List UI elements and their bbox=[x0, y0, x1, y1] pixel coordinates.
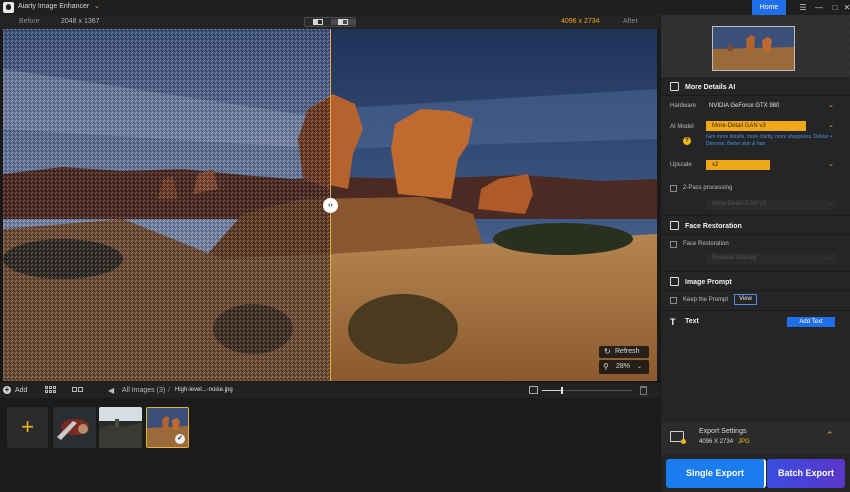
split-view-icon[interactable] bbox=[331, 19, 355, 25]
two-pass-model-value: More-Detail GAN v3 bbox=[712, 201, 766, 207]
settings-panel: More Details AI Hardware NVIDIA GeForce … bbox=[661, 15, 850, 492]
thumbnail-item-selected[interactable]: ✓ bbox=[146, 407, 189, 448]
ai-model-label: AI Model bbox=[670, 124, 694, 130]
two-pass-model-select: More-Detail GAN v3 ⌄ bbox=[705, 199, 836, 210]
thumbnail-item[interactable] bbox=[99, 407, 142, 448]
export-settings-title: Export Settings bbox=[699, 428, 747, 435]
refresh-button[interactable]: ↻ Refresh bbox=[599, 346, 649, 358]
after-label: After bbox=[623, 18, 638, 25]
chevron-down-icon: ⌄ bbox=[828, 161, 834, 168]
keep-prompt-checkbox[interactable] bbox=[670, 297, 677, 304]
more-details-ai-header: More Details AI bbox=[670, 82, 735, 91]
add-button[interactable]: Add bbox=[15, 387, 27, 394]
face-restoration-checkbox[interactable] bbox=[670, 241, 677, 248]
before-size: 2048 x 1367 bbox=[61, 18, 100, 25]
section-title: More Details AI bbox=[685, 84, 736, 91]
section-title: Face Restoration bbox=[685, 223, 742, 230]
upscale-select[interactable]: x2 ⌄ bbox=[705, 159, 836, 171]
text-header: T Text bbox=[670, 318, 699, 327]
breadcrumb-all-images[interactable]: All Images (3) bbox=[122, 387, 165, 394]
face-restoration-header: Face Restoration bbox=[670, 221, 742, 230]
thumbnail-item[interactable] bbox=[53, 407, 96, 448]
zoom-select[interactable]: ⚲ 28% ⌄ bbox=[599, 360, 649, 374]
zoom-icon: ⚲ bbox=[603, 362, 609, 371]
add-text-button[interactable]: Add Text bbox=[787, 317, 835, 327]
ai-model-value: More-Detail GAN v3 bbox=[706, 121, 806, 131]
text-icon: T bbox=[670, 317, 676, 327]
refresh-icon: ↻ bbox=[604, 347, 611, 356]
image-prompt-header: Image Prompt bbox=[670, 277, 732, 286]
thumbnail-size-slider-fill bbox=[542, 390, 562, 391]
thumbnail-strip: + ✓ bbox=[0, 398, 660, 492]
single-export-button[interactable]: Single Export bbox=[666, 459, 766, 488]
thumbnail-size-slider-handle[interactable] bbox=[560, 387, 563, 394]
close-icon[interactable]: ✕ bbox=[840, 1, 850, 14]
face-restoration-mode-value: Realistic Overlay bbox=[712, 255, 758, 261]
export-settings-bar[interactable]: Export Settings 4096 X 2734 JPG ⌃ bbox=[661, 422, 850, 454]
face-restoration-mode-select: Realistic Overlay ⌄ bbox=[705, 253, 836, 264]
keep-prompt-label: Keep the Prompt bbox=[683, 297, 729, 303]
menu-icon[interactable]: ☰ bbox=[796, 1, 810, 14]
two-pass-checkbox[interactable] bbox=[670, 185, 677, 192]
refresh-label: Refresh bbox=[615, 348, 640, 355]
minimize-icon[interactable]: — bbox=[812, 1, 826, 14]
two-pass-label: 2-Pass processing bbox=[683, 185, 733, 191]
help-icon[interactable]: ? bbox=[683, 137, 691, 145]
section-title: Text bbox=[685, 318, 699, 325]
hardware-select[interactable]: NVIDIA GeForce GTX 980 ⌄ bbox=[705, 100, 836, 112]
document-icon bbox=[670, 277, 679, 286]
upscale-label: Upscale bbox=[670, 162, 692, 168]
add-icon[interactable]: + bbox=[3, 386, 11, 394]
hardware-label: Hardware bbox=[670, 103, 697, 109]
chevron-down-icon: ⌄ bbox=[828, 102, 834, 109]
chevron-up-icon[interactable]: ⌃ bbox=[826, 430, 834, 441]
navigator-preview bbox=[661, 15, 850, 77]
grid-view-icon[interactable] bbox=[45, 386, 58, 395]
breadcrumb-file-name: High-level...-noise.jpg bbox=[175, 387, 233, 393]
before-label: Before bbox=[19, 18, 40, 25]
image-viewport[interactable]: ‹› ↻ Refresh ⚲ 28% ⌄ bbox=[3, 29, 657, 381]
face-restoration-label: Face Restoration bbox=[683, 241, 729, 247]
single-view-icon[interactable] bbox=[306, 19, 330, 25]
navigator-thumbnail[interactable] bbox=[712, 26, 795, 71]
compare-info-bar: Before 2048 x 1367 4096 x 2734 After bbox=[0, 15, 660, 29]
compare-split-handle-icon[interactable]: ‹› bbox=[323, 198, 338, 213]
hardware-value: NVIDIA GeForce GTX 980 bbox=[709, 103, 780, 109]
add-image-tile[interactable]: + bbox=[7, 407, 48, 448]
breadcrumb-separator: / bbox=[168, 387, 170, 394]
list-view-icon[interactable] bbox=[72, 386, 85, 395]
app-logo-icon bbox=[3, 2, 14, 13]
face-icon bbox=[670, 221, 679, 230]
app-menu-chevron-icon[interactable]: ⌄ bbox=[94, 2, 100, 10]
ai-model-select[interactable]: More-Detail GAN v3 ⌄ bbox=[705, 120, 836, 132]
back-arrow-icon[interactable]: ◀ bbox=[108, 386, 114, 395]
image-list-toolbar: + Add ◀ All Images (3) / High-level...-n… bbox=[0, 383, 660, 398]
chevron-down-icon: ⌄ bbox=[637, 364, 643, 370]
selected-check-icon: ✓ bbox=[175, 434, 185, 444]
view-prompt-button[interactable]: View bbox=[734, 294, 757, 305]
chevron-down-icon: ⌄ bbox=[828, 122, 834, 129]
after-size: 4096 x 2734 bbox=[561, 18, 600, 25]
home-button[interactable]: Home bbox=[752, 0, 786, 15]
chevron-down-icon: ⌄ bbox=[826, 201, 832, 207]
title-bar: Aiarty Image Enhancer ⌄ Home ☰ — □ ✕ bbox=[0, 0, 850, 15]
app-title: Aiarty Image Enhancer bbox=[18, 3, 90, 10]
export-format: JPG bbox=[738, 439, 750, 445]
section-title: Image Prompt bbox=[685, 279, 732, 286]
export-size: 4096 X 2734 bbox=[699, 439, 734, 445]
ai-model-description: Gen more details, more clarity, more sha… bbox=[706, 134, 833, 147]
batch-export-button[interactable]: Batch Export bbox=[767, 459, 845, 488]
trash-icon[interactable] bbox=[640, 386, 647, 395]
view-mode-toggle[interactable] bbox=[304, 17, 356, 27]
image-size-icon bbox=[529, 386, 538, 394]
export-settings-icon bbox=[670, 431, 686, 444]
enhance-icon bbox=[670, 82, 679, 91]
zoom-value: 28% bbox=[616, 363, 631, 370]
upscale-value: x2 bbox=[706, 160, 770, 170]
chevron-down-icon: ⌄ bbox=[826, 255, 832, 261]
